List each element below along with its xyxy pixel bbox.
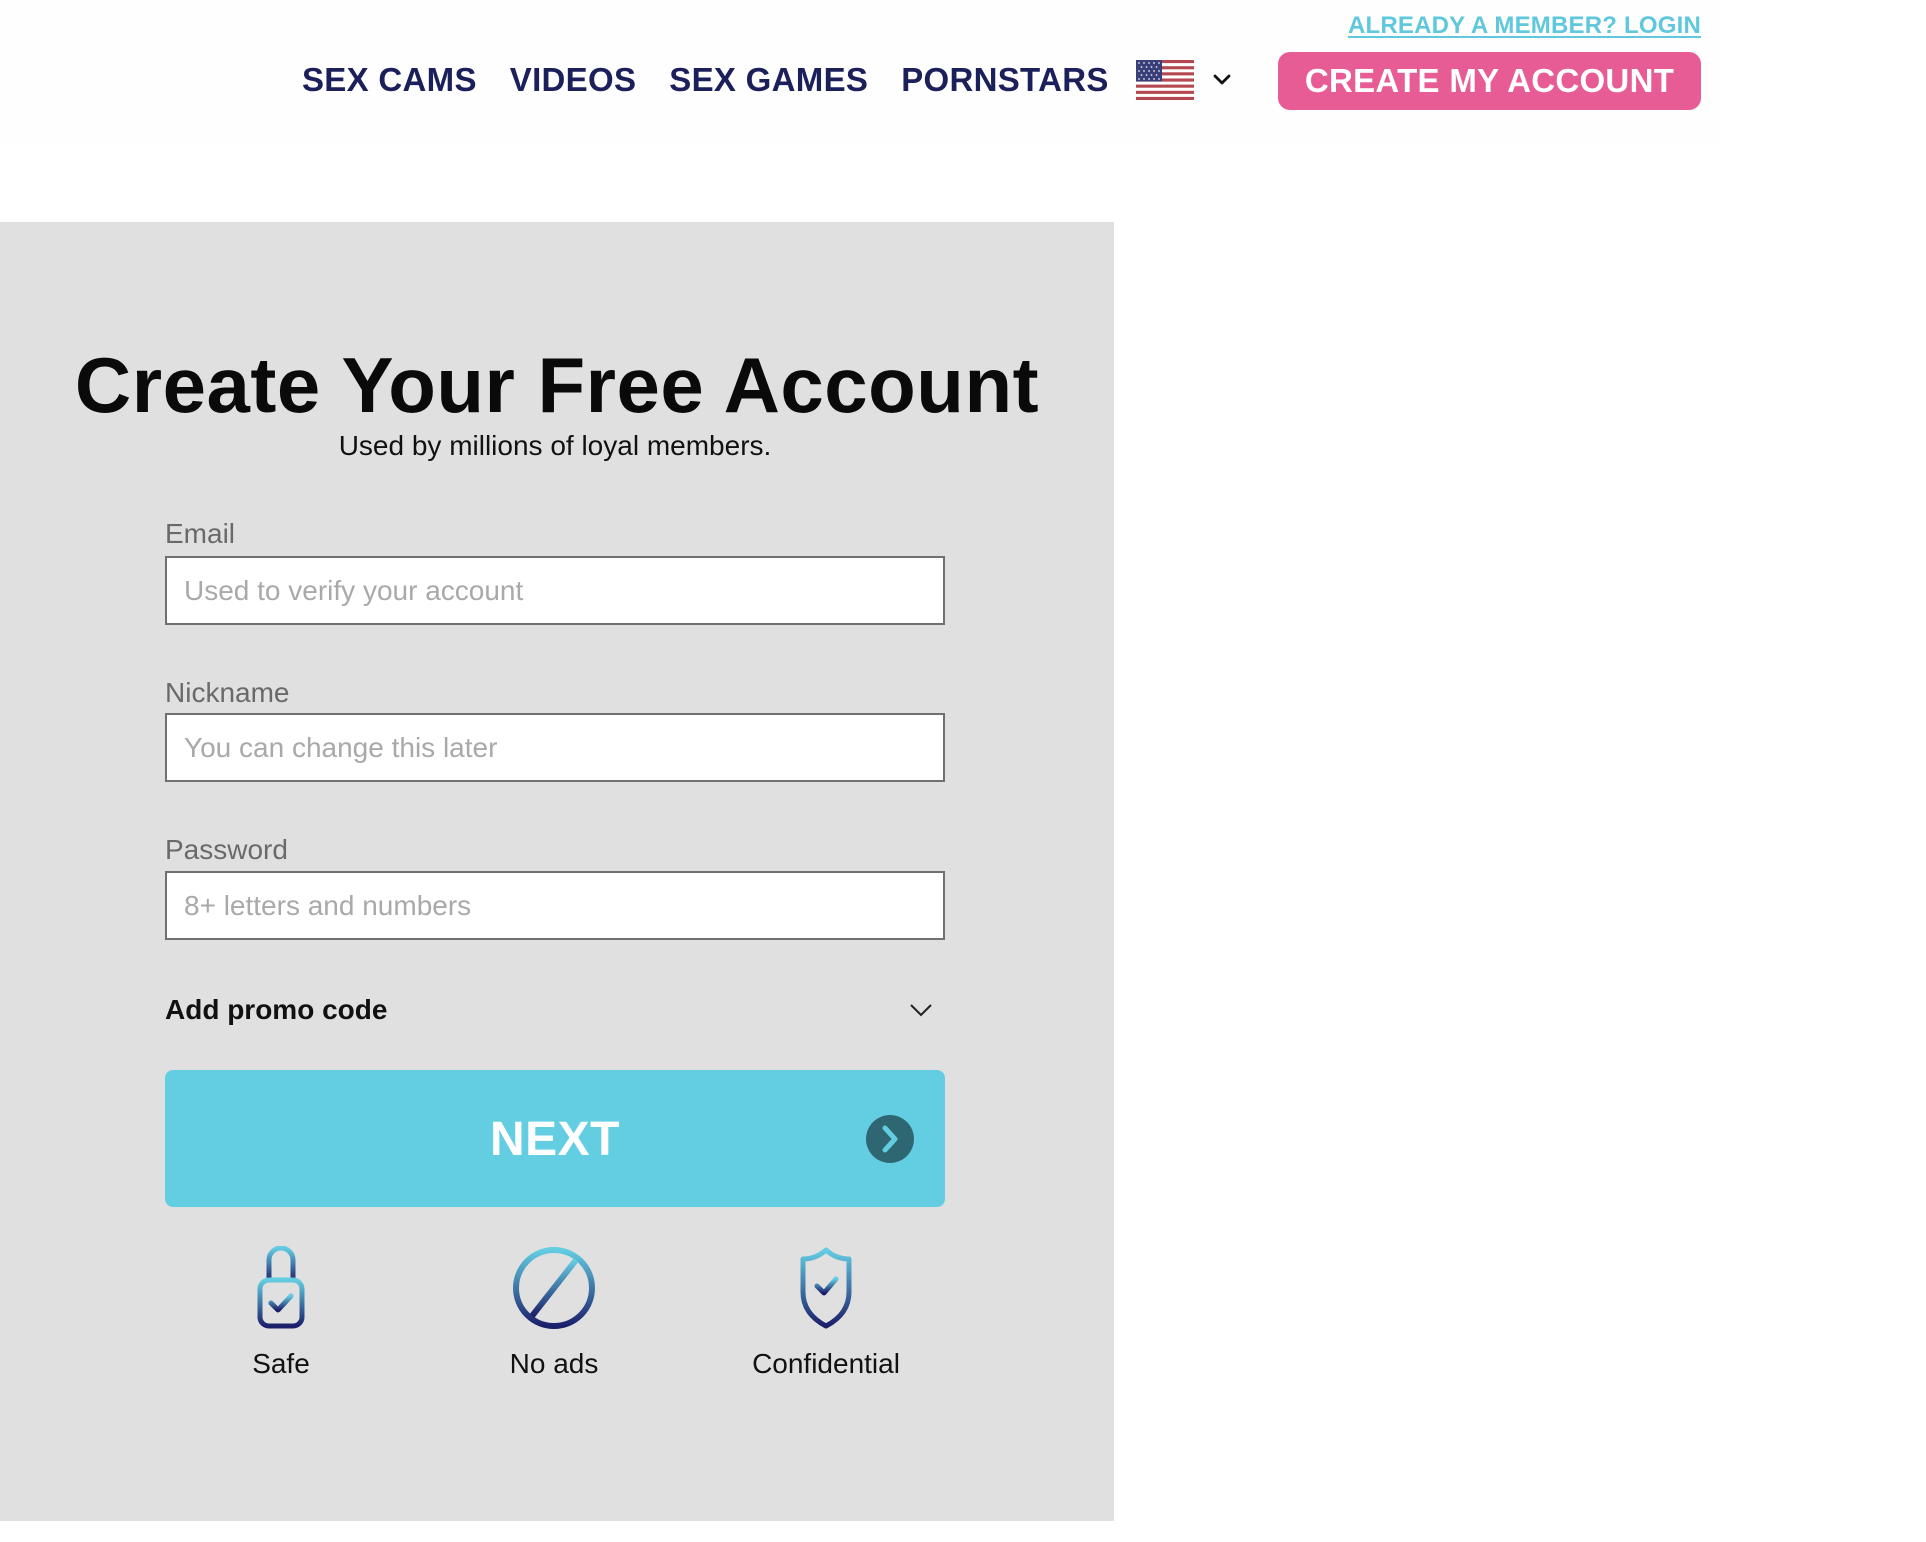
nav-item-pornstars[interactable]: PORNSTARS	[901, 61, 1108, 99]
page-subtitle: Used by millions of loyal members.	[338, 430, 772, 461]
password-field[interactable]	[165, 871, 945, 940]
no-ads-icon	[513, 1247, 595, 1329]
email-label: Email	[165, 518, 236, 549]
chevron-down-icon	[1213, 74, 1231, 85]
feature-safe: Safe	[171, 1246, 391, 1380]
feature-confidential-label: Confidential	[752, 1348, 900, 1379]
nav-item-sex-cams[interactable]: SEX CAMS	[302, 61, 477, 99]
arrow-right-circle-icon	[866, 1115, 914, 1163]
feature-no-ads-label: No ads	[509, 1348, 599, 1379]
promo-code-label: Add promo code	[165, 994, 388, 1025]
create-account-button[interactable]: CREATE MY ACCOUNT	[1278, 52, 1701, 110]
nav-item-sex-games[interactable]: SEX GAMES	[669, 61, 868, 99]
nickname-label: Nickname	[165, 677, 290, 708]
next-button[interactable]: NEXT	[165, 1070, 945, 1207]
feature-safe-label: Safe	[252, 1348, 310, 1379]
chevron-down-icon	[910, 1004, 932, 1017]
language-selector[interactable]	[1136, 60, 1232, 100]
nickname-field[interactable]	[165, 713, 945, 782]
main-nav: SEX CAMS VIDEOS SEX GAMES PORNSTARS	[302, 60, 1142, 100]
page-title: Create Your Free Account	[74, 341, 1040, 429]
signup-panel: Create Your Free Account Used by million…	[0, 222, 1114, 1521]
shield-check-icon	[800, 1247, 852, 1329]
nav-item-videos[interactable]: VIDEOS	[510, 61, 637, 99]
password-label: Password	[165, 834, 288, 865]
email-field[interactable]	[165, 556, 945, 625]
login-link[interactable]: ALREADY A MEMBER? LOGIN	[1334, 12, 1701, 40]
feature-no-ads: No ads	[444, 1246, 664, 1380]
lock-check-icon	[257, 1246, 305, 1329]
promo-code-toggle[interactable]: Add promo code	[165, 988, 945, 1032]
next-button-label: NEXT	[489, 1113, 620, 1166]
feature-confidential: Confidential	[716, 1246, 936, 1380]
us-flag-icon	[1136, 60, 1194, 100]
